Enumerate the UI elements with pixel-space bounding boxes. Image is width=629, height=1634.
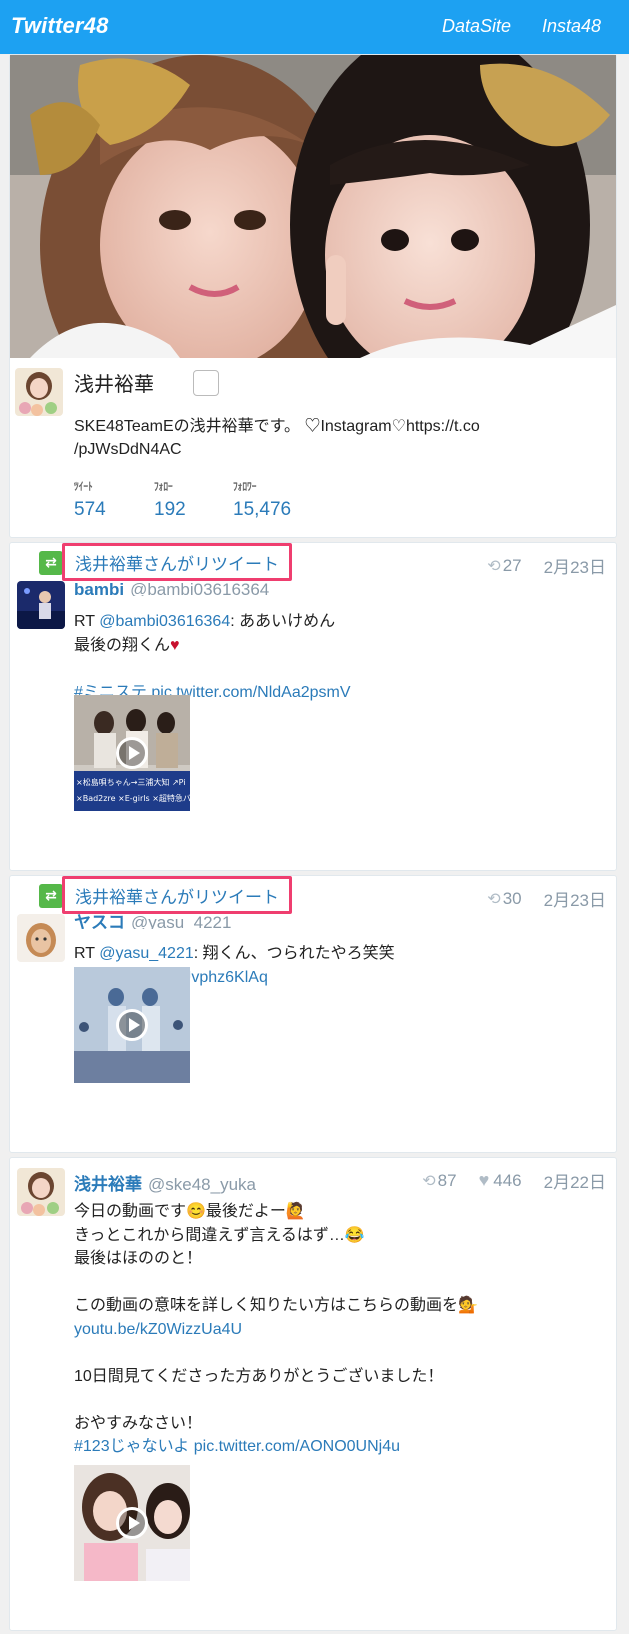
tweet-text: RT @bambi03616364: ああいけめん 最後の翔くん♥ #ミニステ … bbox=[74, 610, 594, 704]
tweet-text-line: おやすみなさい！ bbox=[74, 1414, 203, 1432]
like-count: 446 bbox=[493, 1170, 522, 1190]
tweet-text-line: 10日間見てくださった方ありがとうございました！ bbox=[74, 1367, 444, 1385]
stat-followers-label: ﾌｫﾛﾜｰ bbox=[233, 481, 257, 493]
retweet-label-highlight: 浅井裕華さんがリツイート bbox=[62, 543, 292, 581]
retweet-count: 27 bbox=[502, 555, 522, 575]
retweet-icon: ⇄ bbox=[39, 884, 63, 908]
stat-followers-value: 15,476 bbox=[233, 499, 292, 520]
tweet-text-line: 今日の動画です😊最後だよー🙋 bbox=[74, 1203, 306, 1220]
tweet-user-id: @bambi03616364 bbox=[130, 580, 270, 596]
video-thumbnail[interactable] bbox=[74, 967, 190, 1083]
tweet-mention-link[interactable]: @bambi03616364 bbox=[99, 613, 230, 630]
tweet-meta: ⟲ 30 2月23日 bbox=[487, 886, 606, 911]
tweet-text-line: 最後はほののと！ bbox=[74, 1250, 203, 1267]
top-navbar: Twitter48 DataSite Insta48 bbox=[0, 0, 629, 54]
tweet-text-line: この動画の意味を詳しく知りたい方はこちらの動画を💁 bbox=[74, 1297, 478, 1314]
play-icon bbox=[116, 1507, 148, 1539]
tweet-text-part: : 翔くん、つられたやろ笑笑 bbox=[193, 945, 395, 962]
retweet-count: 87 bbox=[437, 1170, 457, 1190]
tweet-meta: ⟲ 87 ♥ 446 2月22日 bbox=[422, 1168, 606, 1193]
tweet-text-part: : ああいけめん bbox=[230, 613, 336, 630]
retweet-count: 30 bbox=[502, 888, 522, 908]
thumb-caption-2: ×Bad2zre ×E-girls ×超特急バンド bbox=[76, 793, 190, 803]
profile-bio-line1: SKE48TeamEの浅井裕華です。 ♡Instagram♡https://t.… bbox=[74, 418, 480, 435]
tweet-date-link[interactable]: 2月23日 bbox=[544, 553, 606, 578]
tweet-mention-link[interactable]: @yasu_4221 bbox=[99, 945, 194, 962]
stat-following-label: ﾌｫﾛｰ bbox=[154, 481, 173, 493]
tweet-user-row: bambi @bambi03616364 bbox=[74, 579, 269, 596]
stat-following[interactable]: ﾌｫﾛｰ 192 bbox=[154, 478, 186, 521]
tweet-rt-prefix: RT bbox=[74, 613, 100, 630]
stat-followers[interactable]: ﾌｫﾛﾜｰ 15,476 bbox=[233, 478, 291, 521]
stat-following-value: 192 bbox=[154, 499, 186, 520]
brand-logo-link[interactable]: Twitter48 bbox=[11, 13, 109, 39]
thumb-caption-1: ×松島唄ちゃん→三浦大知 ↗Pi bbox=[76, 777, 186, 787]
retweet-icon: ⇄ bbox=[39, 551, 63, 575]
tweet-rt-prefix: RT bbox=[74, 945, 100, 962]
stat-tweets-value: 574 bbox=[74, 499, 106, 520]
tweet-user-name[interactable]: bambi bbox=[74, 580, 124, 596]
tweet-user-id: @yasu_4221 bbox=[131, 913, 232, 929]
retweet-count-icon: ⟲ bbox=[487, 890, 501, 908]
retweeted-by-link[interactable]: 浅井裕華さんがリツイート bbox=[75, 550, 279, 575]
tweet-date-link[interactable]: 2月22日 bbox=[544, 1168, 606, 1193]
profile-bio-line2: /pJWsDdN4AC bbox=[74, 441, 182, 458]
stat-tweets-label: ﾂｲｰﾄ bbox=[74, 481, 93, 493]
tweet-user-id: @ske48_yuka bbox=[148, 1175, 256, 1194]
heart-icon: ♥ bbox=[478, 1170, 490, 1190]
tweet-text: 今日の動画です😊最後だよー🙋 きっとこれから間違えず言えるはず…😂 最後はほのの… bbox=[74, 1200, 594, 1459]
profile-banner-photo bbox=[10, 55, 616, 358]
stat-tweets[interactable]: ﾂｲｰﾄ 574 bbox=[74, 478, 106, 521]
hashtag-link[interactable]: #123じゃないよ bbox=[74, 1438, 189, 1455]
nav-link-datasite[interactable]: DataSite bbox=[442, 16, 511, 37]
retweeted-by-link[interactable]: 浅井裕華さんがリツイート bbox=[75, 883, 279, 908]
tweet-card: ⇄ 浅井裕華さんがリツイート ⟲ 27 2月23日 bambi @bambi036… bbox=[9, 542, 617, 871]
video-thumbnail[interactable] bbox=[74, 1465, 190, 1581]
tweet-card: ⇄ 浅井裕華さんがリツイート ⟲ 30 2月23日 ヤスコ @yasu_4221 … bbox=[9, 875, 617, 1153]
profile-name: 浅井裕華 bbox=[74, 374, 154, 396]
user-avatar[interactable] bbox=[17, 914, 65, 962]
profile-avatar[interactable] bbox=[15, 368, 63, 416]
retweet-count-icon: ⟲ bbox=[422, 1172, 436, 1190]
video-thumbnail[interactable]: ×松島唄ちゃん→三浦大知 ↗Pi ×Bad2zre ×E-girls ×超特急バ… bbox=[74, 695, 190, 811]
nav-link-insta48[interactable]: Insta48 bbox=[542, 16, 601, 37]
user-avatar[interactable] bbox=[17, 581, 65, 629]
tweet-user-name[interactable]: ヤスコ bbox=[74, 913, 125, 929]
follow-checkbox[interactable] bbox=[193, 370, 219, 396]
pic-link[interactable]: pic.twitter.com/AONO0UNj4u bbox=[194, 1438, 400, 1455]
user-avatar[interactable] bbox=[17, 1168, 65, 1216]
tweet-text-line: きっとこれから間違えず言えるはず…😂 bbox=[74, 1226, 365, 1244]
tweet-card: ⟲ 87 ♥ 446 2月22日 浅井裕華 @ske48_yuka 今日の動画です… bbox=[9, 1157, 617, 1631]
tweet-meta: ⟲ 27 2月23日 bbox=[487, 553, 606, 578]
retweet-label-highlight: 浅井裕華さんがリツイート bbox=[62, 876, 292, 914]
profile-card: 浅井裕華 SKE48TeamEの浅井裕華です。 ♡Instagram♡https… bbox=[9, 54, 617, 538]
youtube-link[interactable]: youtu.be/kZ0WizzUa4U bbox=[74, 1321, 242, 1338]
play-icon bbox=[116, 1009, 148, 1041]
tweet-user-row: ヤスコ @yasu_4221 bbox=[74, 912, 231, 929]
tweet-date-link[interactable]: 2月23日 bbox=[544, 886, 606, 911]
retweet-count-icon: ⟲ bbox=[487, 557, 501, 575]
heart-emoji: ♥ bbox=[170, 636, 180, 654]
play-icon bbox=[116, 737, 148, 769]
tweet-user-row: 浅井裕華 @ske48_yuka bbox=[74, 1170, 256, 1195]
tweet-user-name[interactable]: 浅井裕華 bbox=[74, 1175, 142, 1194]
tweet-text-line: 最後の翔くん bbox=[74, 636, 171, 654]
profile-bio: SKE48TeamEの浅井裕華です。 ♡Instagram♡https://t.… bbox=[74, 415, 544, 461]
